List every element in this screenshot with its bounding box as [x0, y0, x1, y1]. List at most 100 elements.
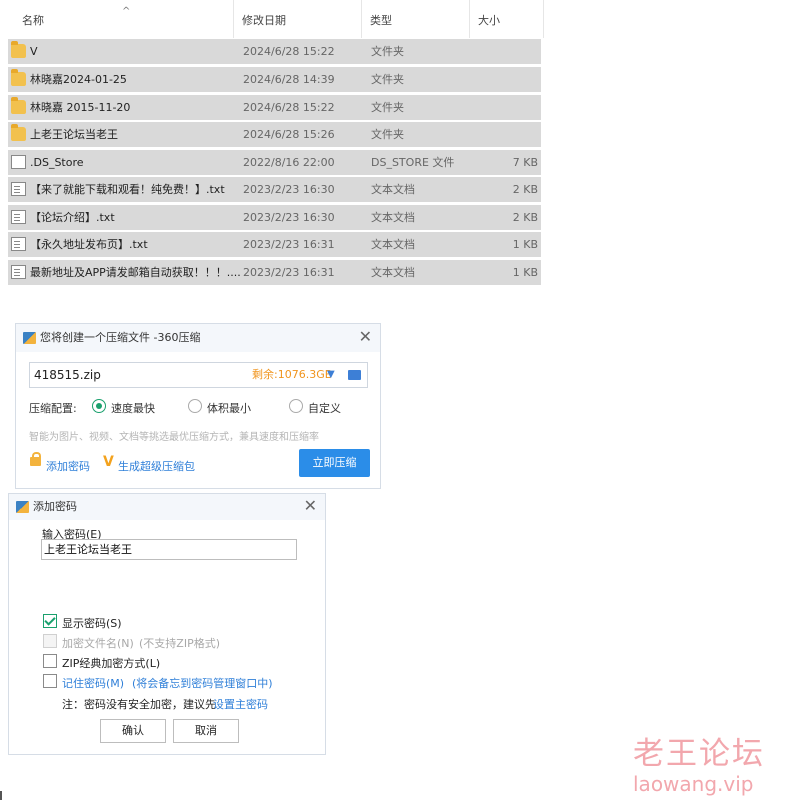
file-date: 2022/8/16 22:00 — [243, 156, 335, 169]
compress-dialog-title: 您将创建一个压缩文件 -360压缩 — [40, 331, 201, 344]
file-row-3[interactable]: 上老王论坛当老王 2024/6/28 15:26 文件夹 — [8, 122, 541, 147]
radio-custom-label[interactable]: 自定义 — [308, 400, 341, 416]
compress-dialog-titlebar[interactable]: 您将创建一个压缩文件 -360压缩 ✕ — [16, 324, 380, 352]
file-type: DS_STORE 文件 — [371, 156, 455, 169]
compress-app-icon — [23, 332, 36, 344]
column-header-bar: 名称 ^ 修改日期 类型 大小 — [0, 0, 545, 38]
file-date: 2024/6/28 15:22 — [243, 101, 335, 114]
password-input[interactable]: 上老王论坛当老王 — [41, 539, 297, 560]
file-size — [478, 122, 538, 147]
file-row-5[interactable]: 【来了就能下载和观看！纯免费！】.txt 2023/2/23 16:30 文本文… — [8, 177, 541, 202]
file-name: 林晓嘉2024-01-25 — [30, 73, 127, 86]
watermark-url: laowang.vip — [633, 772, 754, 796]
close-icon[interactable]: ✕ — [359, 328, 372, 346]
file-date: 2024/6/28 15:26 — [243, 128, 335, 141]
file-type: 文本文档 — [371, 238, 415, 251]
encrypt-filenames-note: (不支持ZIP格式) — [139, 637, 220, 650]
file-type: 文本文档 — [371, 211, 415, 224]
text-file-icon — [11, 210, 26, 224]
file-type: 文本文档 — [371, 266, 415, 279]
security-notice: 注：密码没有安全加密，建议先 — [62, 698, 216, 711]
file-size — [478, 95, 538, 120]
file-type: 文件夹 — [371, 101, 404, 114]
file-name: V — [30, 45, 38, 58]
compress-config-label: 压缩配置: — [29, 402, 77, 415]
folder-icon — [11, 41, 26, 58]
file-row-7[interactable]: 【永久地址发布页】.txt 2023/2/23 16:31 文本文档 1 KB — [8, 232, 541, 257]
remember-password-label[interactable]: 记住密码(M) — [62, 675, 124, 691]
file-size: 2 KB — [512, 211, 538, 224]
show-password-checkbox[interactable] — [43, 614, 57, 628]
file-name: 最新地址及APP请发邮箱自动获取！！！.... — [30, 266, 240, 279]
super-pack-icon: V — [103, 454, 114, 470]
file-size — [478, 67, 538, 92]
file-row-6[interactable]: 【论坛介绍】.txt 2023/2/23 16:30 文本文档 2 KB — [8, 205, 541, 230]
zip-classic-checkbox[interactable] — [43, 654, 57, 668]
folder-icon — [11, 124, 26, 141]
cancel-button[interactable]: 取消 — [173, 719, 239, 743]
watermark-title: 老王论坛 — [633, 736, 765, 772]
sort-ascending-icon: ^ — [122, 6, 131, 17]
encrypt-filenames-label: 加密文件名(N) — [62, 637, 134, 650]
zip-classic-label[interactable]: ZIP经典加密方式(L) — [62, 655, 160, 671]
archive-path-input[interactable]: 418515.zip 剩余:1076.3GB ▼ — [29, 362, 368, 388]
file-row-4[interactable]: .DS_Store 2022/8/16 22:00 DS_STORE 文件 7 … — [8, 150, 541, 175]
encrypt-filenames-checkbox — [43, 634, 57, 648]
radio-custom[interactable] — [289, 399, 303, 413]
archive-filename: 418515.zip — [34, 368, 101, 382]
file-size: 7 KB — [512, 156, 538, 169]
file-date: 2024/6/28 15:22 — [243, 45, 335, 58]
text-file-icon — [11, 182, 26, 196]
compress-now-button[interactable]: 立即压缩 — [299, 449, 370, 477]
file-row-8[interactable]: 最新地址及APP请发邮箱自动获取！！！.... 2023/2/23 16:31 … — [8, 260, 541, 285]
password-value: 上老王论坛当老王 — [44, 543, 132, 556]
close-icon[interactable]: ✕ — [304, 497, 317, 515]
folder-icon — [11, 97, 26, 114]
remember-password-note: (将会备忘到密码管理窗口中) — [132, 677, 273, 690]
column-header-date[interactable]: 修改日期 — [234, 0, 362, 38]
remember-password-checkbox[interactable] — [43, 674, 57, 688]
file-date: 2023/2/23 16:31 — [243, 238, 335, 251]
folder-icon — [11, 69, 26, 86]
file-row-0[interactable]: V 2024/6/28 15:22 文件夹 — [8, 39, 541, 64]
file-date: 2023/2/23 16:31 — [243, 266, 335, 279]
file-icon — [11, 155, 26, 169]
file-name: 上老王论坛当老王 — [30, 128, 118, 141]
super-pack-link[interactable]: 生成超级压缩包 — [118, 458, 195, 474]
file-date: 2023/2/23 16:30 — [243, 211, 335, 224]
set-master-password-link[interactable]: 设置主密码 — [213, 696, 268, 712]
ok-button[interactable]: 确认 — [100, 719, 166, 743]
file-size: 2 KB — [512, 183, 538, 196]
file-size — [478, 39, 538, 64]
compress-hint: 智能为图片、视频、文档等挑选最优压缩方式，兼具速度和压缩率 — [29, 432, 319, 443]
column-header-type[interactable]: 类型 — [362, 0, 470, 38]
file-name: 林晓嘉 2015-11-20 — [30, 101, 131, 114]
show-password-label[interactable]: 显示密码(S) — [62, 615, 122, 631]
file-name: 【论坛介绍】.txt — [30, 211, 115, 224]
file-row-1[interactable]: 林晓嘉2024-01-25 2024/6/28 14:39 文件夹 — [8, 67, 541, 92]
text-file-icon — [11, 237, 26, 251]
compress-app-icon — [16, 501, 29, 513]
file-type: 文本文档 — [371, 183, 415, 196]
add-password-link[interactable]: 添加密码 — [46, 458, 90, 474]
column-header-size[interactable]: 大小 — [470, 0, 544, 38]
folder-browse-icon[interactable] — [348, 370, 361, 380]
file-name: .DS_Store — [30, 156, 84, 169]
file-type: 文件夹 — [371, 45, 404, 58]
file-name: 【永久地址发布页】.txt — [30, 238, 148, 251]
dropdown-arrow-icon[interactable]: ▼ — [327, 363, 335, 387]
file-size: 1 KB — [512, 238, 538, 251]
file-type: 文件夹 — [371, 73, 404, 86]
file-type: 文件夹 — [371, 128, 404, 141]
password-dialog-title: 添加密码 — [33, 500, 77, 513]
radio-fastest[interactable] — [92, 399, 106, 413]
radio-smallest-label[interactable]: 体积最小 — [207, 400, 251, 416]
file-row-2[interactable]: 林晓嘉 2015-11-20 2024/6/28 15:22 文件夹 — [8, 95, 541, 120]
file-date: 2023/2/23 16:30 — [243, 183, 335, 196]
password-dialog: 添加密码 ✕ 输入密码(E) 上老王论坛当老王 显示密码(S) 加密文件名(N)… — [8, 493, 326, 755]
file-name: 【来了就能下载和观看！纯免费！】.txt — [30, 183, 225, 196]
file-date: 2024/6/28 14:39 — [243, 73, 335, 86]
radio-smallest[interactable] — [188, 399, 202, 413]
radio-fastest-label[interactable]: 速度最快 — [111, 400, 155, 416]
password-dialog-titlebar[interactable]: 添加密码 ✕ — [9, 494, 325, 520]
